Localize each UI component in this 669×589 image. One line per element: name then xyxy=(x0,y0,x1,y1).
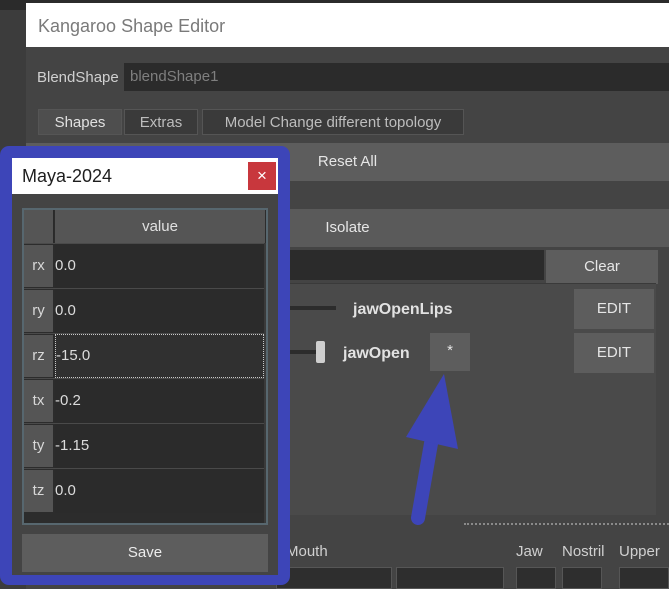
maya-dialog-titlebar: Maya-2024 × xyxy=(12,158,278,194)
row-key-tx[interactable]: tx xyxy=(24,380,53,422)
row-value-tx[interactable]: -0.2 xyxy=(55,379,264,423)
table-row: ty -1.15 xyxy=(24,423,266,468)
row-value-ty[interactable]: -1.15 xyxy=(55,424,264,468)
editor-titlebar: Kangaroo Shape Editor xyxy=(26,3,669,47)
section-divider xyxy=(464,523,669,525)
jawopen-slider-handle[interactable] xyxy=(316,341,325,363)
attribute-table: value rx 0.0 ry 0.0 rz -15.0 tx -0.2 ty … xyxy=(22,208,268,525)
column-label-jaw: Jaw xyxy=(516,543,543,560)
maya-dialog-body: value rx 0.0 ry 0.0 rz -15.0 tx -0.2 ty … xyxy=(12,194,278,575)
shape-name-jawopenlips: jawOpenLips xyxy=(353,301,453,318)
value-column-header[interactable]: value xyxy=(55,210,265,243)
shape-filter-input[interactable] xyxy=(276,250,544,280)
edit-button-jawopen[interactable]: EDIT xyxy=(574,333,654,373)
column-label-mouth: Mouth xyxy=(286,543,328,560)
row-value-tz[interactable]: 0.0 xyxy=(55,469,264,513)
row-key-ty[interactable]: ty xyxy=(24,425,53,467)
close-button[interactable]: × xyxy=(248,162,276,190)
star-button-jawopen[interactable]: * xyxy=(430,333,470,371)
table-corner-header xyxy=(24,210,54,243)
table-row: rx 0.0 xyxy=(24,243,266,288)
maya-dialog-frame: Maya-2024 × value rx 0.0 ry 0.0 rz -15.0… xyxy=(0,146,290,585)
tab-extras[interactable]: Extras xyxy=(124,109,198,135)
row-value-rz[interactable]: -15.0 xyxy=(55,334,264,378)
blendshape-label: BlendShape xyxy=(37,69,119,86)
nostril-slot[interactable] xyxy=(562,567,602,589)
table-row: tx -0.2 xyxy=(24,378,266,423)
edit-button-jawopenlips[interactable]: EDIT xyxy=(574,289,654,329)
table-scrollbar[interactable] xyxy=(264,243,266,523)
row-key-rx[interactable]: rx xyxy=(24,245,53,287)
shape-name-jawopen: jawOpen xyxy=(343,345,410,362)
mouth-slot[interactable] xyxy=(276,567,392,589)
row-key-ry[interactable]: ry xyxy=(24,290,53,332)
save-button[interactable]: Save xyxy=(22,534,268,572)
clear-button[interactable]: Clear xyxy=(546,250,658,284)
blendshape-field[interactable]: blendShape1 xyxy=(124,63,669,91)
row-value-rx[interactable]: 0.0 xyxy=(55,244,264,288)
row-value-ry[interactable]: 0.0 xyxy=(55,289,264,333)
table-row: tz 0.0 xyxy=(24,468,266,513)
row-key-rz[interactable]: rz xyxy=(24,335,53,377)
jaw-slot[interactable] xyxy=(516,567,556,589)
maya-dialog-title: Maya-2024 xyxy=(22,166,113,186)
mouth-slot-2[interactable] xyxy=(396,567,504,589)
tab-shapes[interactable]: Shapes xyxy=(38,109,122,135)
upper-slot[interactable] xyxy=(619,567,669,589)
column-label-nostril: Nostril xyxy=(562,543,605,560)
table-row: ry 0.0 xyxy=(24,288,266,333)
column-label-upper: Upper xyxy=(619,543,660,560)
row-key-tz[interactable]: tz xyxy=(24,470,53,512)
table-row: rz -15.0 xyxy=(24,333,266,378)
tab-model-change[interactable]: Model Change different topology xyxy=(202,109,464,135)
editor-title: Kangaroo Shape Editor xyxy=(38,16,226,36)
